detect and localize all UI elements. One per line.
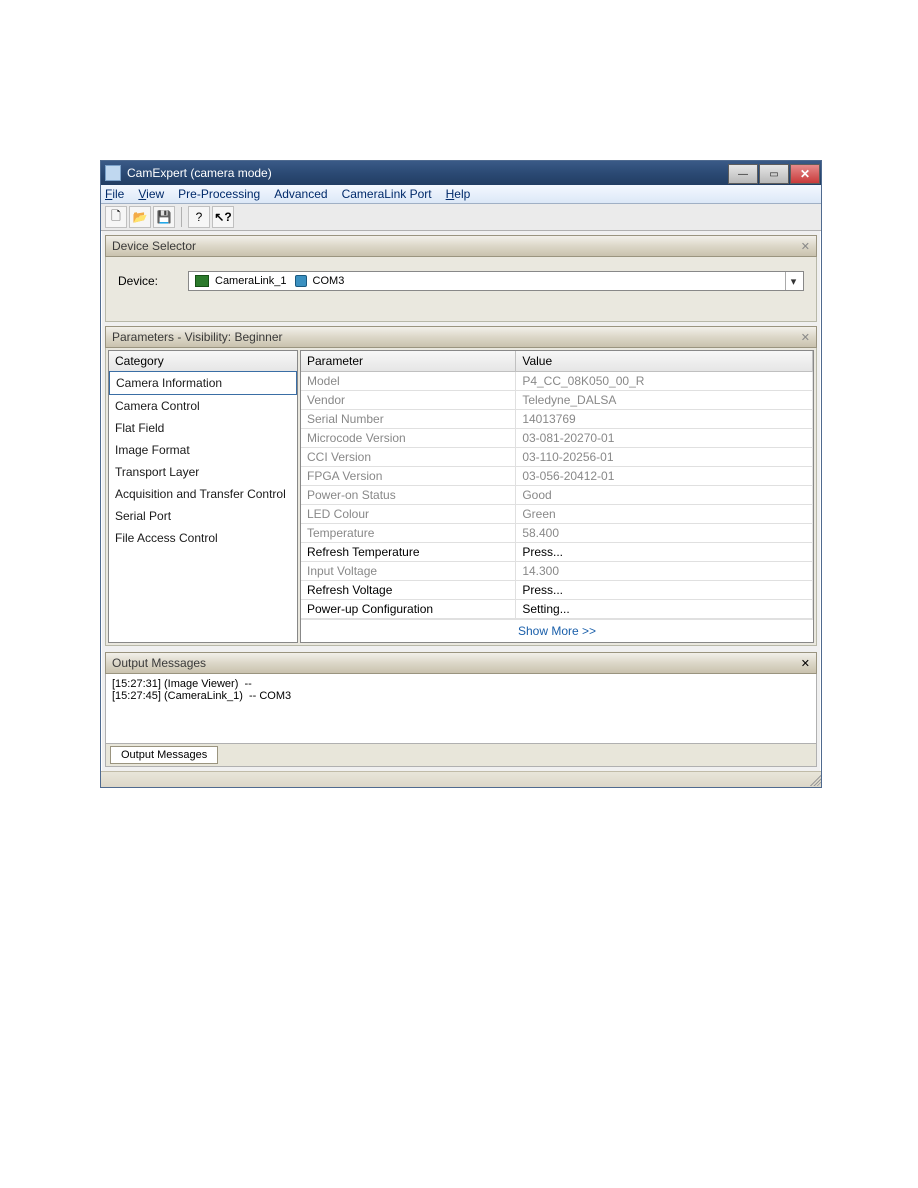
toolbar: 🗋 📂 💾 ? ↖? bbox=[101, 204, 821, 231]
minimize-button[interactable]: — bbox=[728, 164, 758, 184]
category-item[interactable]: File Access Control bbox=[109, 527, 297, 549]
close-button[interactable]: ✕ bbox=[790, 164, 820, 184]
parameter-value-cell: Good bbox=[516, 486, 813, 505]
parameter-name-cell: CCI Version bbox=[301, 448, 516, 467]
device-text-1: CameraLink_1 bbox=[215, 275, 287, 287]
device-label: Device: bbox=[118, 274, 188, 288]
parameter-name-cell: LED Colour bbox=[301, 505, 516, 524]
output-header: Output Messages ✕ bbox=[105, 652, 817, 674]
parameter-value-cell: Teledyne_DALSA bbox=[516, 391, 813, 410]
new-file-button[interactable]: 🗋 bbox=[105, 206, 127, 228]
category-item[interactable]: Camera Information bbox=[109, 371, 297, 395]
parameter-name-cell: Power-on Status bbox=[301, 486, 516, 505]
menu-cameralink-port[interactable]: CameraLink Port bbox=[342, 187, 432, 201]
statusbar bbox=[101, 771, 821, 787]
category-pane: Category Camera InformationCamera Contro… bbox=[108, 350, 298, 643]
parameter-name-cell: FPGA Version bbox=[301, 467, 516, 486]
parameter-value-cell: 14013769 bbox=[516, 410, 813, 429]
parameter-row: Serial Number14013769 bbox=[301, 410, 813, 429]
category-item[interactable]: Serial Port bbox=[109, 505, 297, 527]
window-controls: — ▭ ✕ bbox=[728, 162, 821, 184]
maximize-button[interactable]: ▭ bbox=[759, 164, 789, 184]
toolbar-separator bbox=[181, 207, 182, 227]
parameter-row[interactable]: Refresh VoltagePress... bbox=[301, 581, 813, 600]
parameter-name-cell: Serial Number bbox=[301, 410, 516, 429]
app-window: CamExpert (camera mode) — ▭ ✕ File View … bbox=[100, 160, 822, 788]
output-title: Output Messages bbox=[112, 656, 206, 670]
parameter-value-cell[interactable]: Press... bbox=[516, 543, 813, 562]
menu-advanced[interactable]: Advanced bbox=[274, 187, 327, 201]
dropdown-arrow-icon: ▾ bbox=[785, 272, 801, 290]
framegrabber-icon bbox=[195, 275, 209, 287]
menu-view[interactable]: View bbox=[138, 187, 164, 201]
device-selector-close-icon[interactable]: ✕ bbox=[801, 240, 810, 253]
output-tabs: Output Messages bbox=[105, 744, 817, 767]
open-file-button[interactable]: 📂 bbox=[129, 206, 151, 228]
show-more-link[interactable]: Show More >> bbox=[301, 619, 813, 642]
value-column-header: Value bbox=[516, 351, 813, 372]
output-log[interactable]: [15:27:31] (Image Viewer) -- [15:27:45] … bbox=[105, 674, 817, 744]
parameter-pane: Parameter Value ModelP4_CC_08K050_00_RVe… bbox=[300, 350, 814, 643]
menu-pre-processing[interactable]: Pre-Processing bbox=[178, 187, 260, 201]
device-selector-title: Device Selector bbox=[112, 239, 196, 253]
menu-file[interactable]: File bbox=[105, 187, 124, 201]
parameter-row[interactable]: Refresh TemperaturePress... bbox=[301, 543, 813, 562]
category-column-header: Category bbox=[109, 351, 297, 372]
titlebar: CamExpert (camera mode) — ▭ ✕ bbox=[101, 161, 821, 185]
parameter-row: ModelP4_CC_08K050_00_R bbox=[301, 372, 813, 391]
parameter-row: FPGA Version03-056-20412-01 bbox=[301, 467, 813, 486]
parameter-row: VendorTeledyne_DALSA bbox=[301, 391, 813, 410]
parameter-name-cell: Input Voltage bbox=[301, 562, 516, 581]
parameters-title: Parameters - Visibility: Beginner bbox=[112, 330, 283, 344]
parameter-row: Microcode Version03-081-20270-01 bbox=[301, 429, 813, 448]
parameter-row: Temperature58.400 bbox=[301, 524, 813, 543]
parameter-name-cell: Power-up Configuration bbox=[301, 600, 516, 619]
parameter-table: Parameter Value ModelP4_CC_08K050_00_RVe… bbox=[301, 351, 813, 619]
parameter-value-cell: 14.300 bbox=[516, 562, 813, 581]
category-item[interactable]: Flat Field bbox=[109, 417, 297, 439]
parameter-column-header: Parameter bbox=[301, 351, 516, 372]
context-help-button[interactable]: ↖? bbox=[212, 206, 234, 228]
category-item[interactable]: Acquisition and Transfer Control bbox=[109, 483, 297, 505]
parameter-value-cell: P4_CC_08K050_00_R bbox=[516, 372, 813, 391]
output-close-icon[interactable]: ✕ bbox=[801, 657, 810, 670]
parameter-name-cell: Temperature bbox=[301, 524, 516, 543]
help-button[interactable]: ? bbox=[188, 206, 210, 228]
menubar: File View Pre-Processing Advanced Camera… bbox=[101, 185, 821, 204]
parameter-value-cell: 03-081-20270-01 bbox=[516, 429, 813, 448]
parameter-value-cell: 03-056-20412-01 bbox=[516, 467, 813, 486]
parameter-value-cell: 58.400 bbox=[516, 524, 813, 543]
parameter-name-cell: Vendor bbox=[301, 391, 516, 410]
resize-grip[interactable] bbox=[807, 772, 821, 786]
category-item[interactable]: Transport Layer bbox=[109, 461, 297, 483]
parameters-body: Category Camera InformationCamera Contro… bbox=[105, 348, 817, 646]
device-text-2: COM3 bbox=[313, 275, 345, 287]
port-icon bbox=[295, 275, 307, 287]
save-file-button[interactable]: 💾 bbox=[153, 206, 175, 228]
parameter-name-cell: Refresh Temperature bbox=[301, 543, 516, 562]
app-icon bbox=[105, 165, 121, 181]
device-dropdown[interactable]: CameraLink_1 COM3 ▾ bbox=[188, 271, 804, 291]
parameter-value-cell: Green bbox=[516, 505, 813, 524]
parameters-close-icon[interactable]: ✕ bbox=[801, 331, 810, 344]
window-title: CamExpert (camera mode) bbox=[127, 166, 728, 180]
output-messages-tab[interactable]: Output Messages bbox=[110, 746, 218, 764]
parameter-name-cell: Model bbox=[301, 372, 516, 391]
device-selector-header: Device Selector ✕ bbox=[105, 235, 817, 257]
parameter-row: CCI Version03-110-20256-01 bbox=[301, 448, 813, 467]
parameter-row[interactable]: Power-up ConfigurationSetting... bbox=[301, 600, 813, 619]
parameter-value-cell: 03-110-20256-01 bbox=[516, 448, 813, 467]
parameter-row: LED ColourGreen bbox=[301, 505, 813, 524]
parameter-value-cell[interactable]: Press... bbox=[516, 581, 813, 600]
category-item[interactable]: Image Format bbox=[109, 439, 297, 461]
parameter-value-cell[interactable]: Setting... bbox=[516, 600, 813, 619]
device-selector-body: Device: CameraLink_1 COM3 ▾ bbox=[105, 257, 817, 322]
category-item[interactable]: Camera Control bbox=[109, 395, 297, 417]
parameter-row: Input Voltage14.300 bbox=[301, 562, 813, 581]
parameters-header: Parameters - Visibility: Beginner ✕ bbox=[105, 326, 817, 348]
menu-help[interactable]: Help bbox=[446, 187, 471, 201]
parameter-name-cell: Refresh Voltage bbox=[301, 581, 516, 600]
parameter-row: Power-on StatusGood bbox=[301, 486, 813, 505]
parameter-name-cell: Microcode Version bbox=[301, 429, 516, 448]
